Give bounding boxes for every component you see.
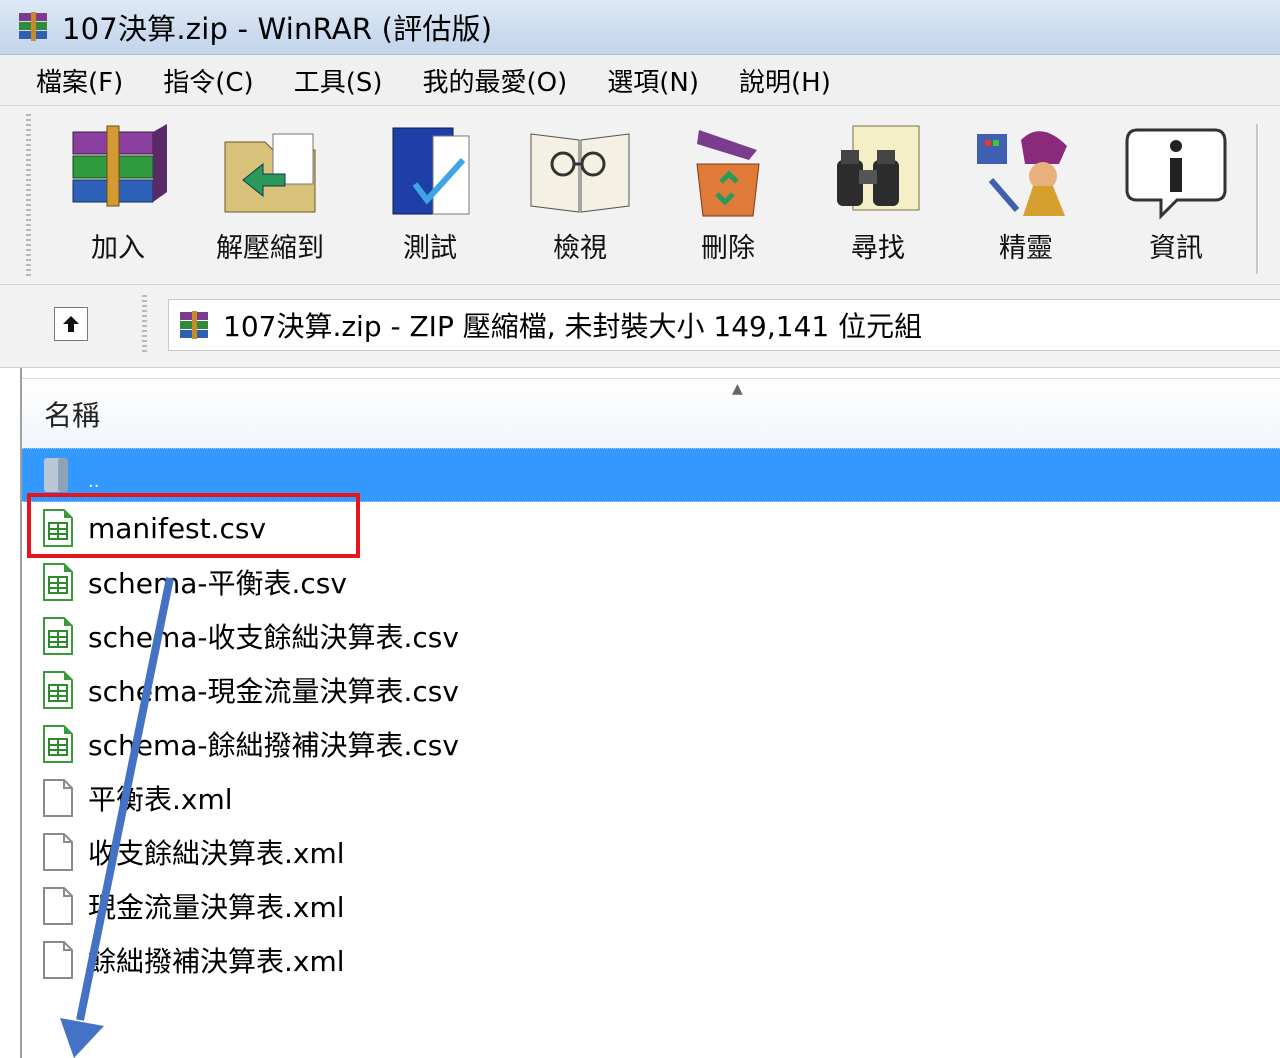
wizard-label: 精靈 [999,233,1053,264]
add-button[interactable]: 加入 [58,120,178,280]
menu-bar: 檔案(F) 指令(C) 工具(S) 我的最愛(O) 選項(N) 說明(H) [0,55,1280,106]
view-label: 檢視 [553,233,607,264]
toolbar-separator [1256,124,1259,274]
binoculars-icon [837,125,920,211]
annotation-highlight-box [27,493,360,558]
window-title: 107決算.zip - WinRAR (評估版) [62,12,493,46]
menu-commands[interactable]: 指令(C) [145,62,275,99]
parent-folder-icon [44,458,68,492]
file-list: 名稱 ▲ .. manifest.csv schema-平衡表.csv schema… [20,368,1280,1058]
address-field[interactable]: 107決算.zip - ZIP 壓縮檔, 未封裝大小 149,141 位元組 [168,299,1280,351]
column-header-name[interactable]: 名稱 ▲ [22,378,1280,450]
blank-file-icon [43,833,73,871]
menu-tools[interactable]: 工具(S) [276,62,405,99]
list-item[interactable]: 餘絀撥補決算表.xml [22,934,1280,986]
spreadsheet-file-icon [43,725,73,763]
up-folder-button[interactable] [54,307,88,341]
info-icon [1125,128,1227,220]
extract-to-button[interactable]: 解壓縮到 [210,120,330,280]
test-book-icon [392,127,470,215]
blank-file-icon [43,941,73,979]
file-name: schema-餘絀撥補決算表.csv [88,729,459,762]
winrar-icon [19,12,47,41]
list-item[interactable]: schema-收支餘絀決算表.csv [22,610,1280,662]
file-name: schema-平衡表.csv [88,567,347,600]
find-button[interactable]: 尋找 [818,120,938,280]
info-label: 資訊 [1149,233,1203,264]
add-label: 加入 [91,233,145,264]
spreadsheet-file-icon [43,563,73,601]
blank-file-icon [43,887,73,925]
find-label: 尋找 [851,233,905,264]
address-grip[interactable] [142,295,147,355]
winrar-archive-icon [180,311,208,339]
spreadsheet-file-icon [43,617,73,655]
delete-button[interactable]: 刪除 [668,120,788,280]
delete-label: 刪除 [701,233,755,264]
view-button[interactable]: 檢視 [520,120,640,280]
spreadsheet-file-icon [43,671,73,709]
file-name: 現金流量決算表.xml [88,891,345,924]
address-bar: 107決算.zip - ZIP 壓縮檔, 未封裝大小 149,141 位元組 [0,285,1280,368]
file-name: schema-收支餘絀決算表.csv [88,621,459,654]
extract-to-label: 解壓縮到 [216,233,324,264]
list-item[interactable]: 現金流量決算表.xml [22,880,1280,932]
blank-file-icon [43,779,73,817]
view-book-icon [530,133,630,213]
test-button[interactable]: 測試 [370,120,490,280]
list-item[interactable]: 收支餘絀決算表.xml [22,826,1280,878]
file-name: 平衡表.xml [88,783,233,816]
toolbar: 加入 解壓縮到 測試 檢視 刪除 尋找 精靈 資訊 [0,106,1280,285]
sort-ascending-icon: ▲ [732,381,743,397]
menu-options[interactable]: 選項(N) [589,62,721,99]
column-name-label: 名稱 [44,399,101,432]
menu-favorites[interactable]: 我的最愛(O) [405,62,590,99]
list-item[interactable]: 平衡表.xml [22,772,1280,824]
list-item[interactable]: schema-現金流量決算表.csv [22,664,1280,716]
address-path: 107決算.zip - ZIP 壓縮檔, 未封裝大小 149,141 位元組 [223,310,923,343]
file-name: schema-現金流量決算表.csv [88,675,459,708]
recycle-bin-icon [696,130,760,217]
wizard-button[interactable]: 精靈 [966,120,1086,280]
file-name: .. [88,470,100,492]
info-button[interactable]: 資訊 [1116,120,1236,280]
list-item[interactable]: schema-平衡表.csv [22,556,1280,608]
test-label: 測試 [403,233,457,264]
menu-help[interactable]: 說明(H) [721,62,853,99]
archive-books-icon [72,124,167,207]
list-item[interactable]: schema-餘絀撥補決算表.csv [22,718,1280,770]
extract-folder-icon [224,133,316,213]
up-arrow-icon [63,316,79,332]
toolbar-grip[interactable] [26,114,31,279]
title-bar: 107決算.zip - WinRAR (評估版) [0,0,1280,55]
file-name: 收支餘絀決算表.xml [88,837,345,870]
file-name: 餘絀撥補決算表.xml [88,945,345,978]
wizard-icon [977,131,1067,216]
menu-file[interactable]: 檔案(F) [0,62,145,99]
